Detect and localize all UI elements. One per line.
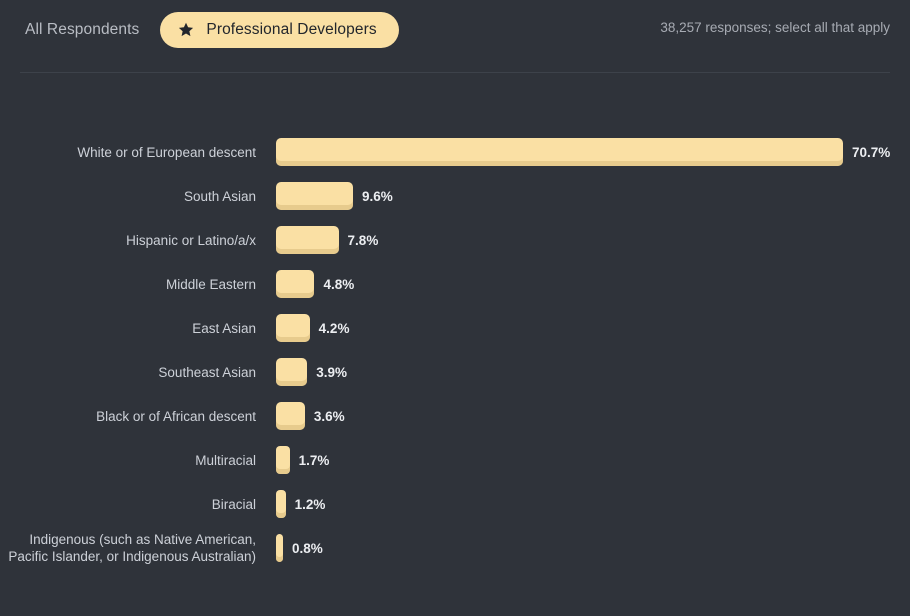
chart-bar-zone: 70.7% — [256, 134, 910, 170]
chart-bar-zone: 1.2% — [256, 486, 910, 522]
chart-bar-value: 4.8% — [323, 276, 355, 292]
tab-professional-developers[interactable]: Professional Developers — [160, 12, 399, 48]
chart-bar-zone: 4.8% — [256, 266, 910, 302]
header: All Respondents Professional Developers … — [0, 0, 910, 72]
chart-row[interactable]: Multiracial 1.7% — [0, 442, 910, 478]
chart-row[interactable]: Southeast Asian 3.9% — [0, 354, 910, 390]
responses-note: 38,257 responses; select all that apply — [660, 20, 890, 35]
survey-chart-page: All Respondents Professional Developers … — [0, 0, 910, 616]
chart-row-label: Southeast Asian — [158, 364, 256, 380]
chart-bar[interactable] — [276, 402, 305, 430]
chart-bar[interactable] — [276, 314, 310, 342]
chart-row[interactable]: Black or of African descent 3.6% — [0, 398, 910, 434]
chart-row-label: East Asian — [192, 320, 256, 336]
chart-row-label: Black or of African descent — [96, 408, 256, 424]
chart-row[interactable]: White or of European descent 70.7% — [0, 134, 910, 170]
chart-bar[interactable] — [276, 182, 353, 210]
tab-all-respondents[interactable]: All Respondents — [14, 12, 150, 48]
chart-row[interactable]: Indigenous (such as Native American, Pac… — [0, 518, 910, 578]
chart-row-label: Hispanic or Latino/a/x — [126, 232, 256, 248]
chart-bar-zone: 3.9% — [256, 354, 910, 390]
chart-bar-zone: 0.8% — [256, 518, 910, 578]
chart-bar-value: 4.2% — [318, 320, 350, 336]
chart-bar[interactable] — [276, 138, 843, 166]
chart-row-label: Multiracial — [195, 452, 256, 468]
chart-row-label: South Asian — [183, 188, 256, 204]
star-icon — [178, 22, 194, 38]
chart-row-label: Biracial — [211, 496, 256, 512]
chart-bar[interactable] — [276, 358, 308, 386]
chart-bar[interactable] — [276, 534, 283, 562]
chart-bar-value: 3.6% — [313, 408, 345, 424]
chart-bar-zone: 9.6% — [256, 178, 910, 214]
chart-bar-value: 70.7% — [852, 144, 891, 160]
chart-row-label: Indigenous (such as Native American, Pac… — [8, 532, 256, 564]
chart-bar[interactable] — [276, 226, 339, 254]
chart-bar-value: 1.7% — [298, 452, 330, 468]
chart-row[interactable]: South Asian 9.6% — [0, 178, 910, 214]
chart-row[interactable]: Middle Eastern 4.8% — [0, 266, 910, 302]
chart-row[interactable]: Hispanic or Latino/a/x 7.8% — [0, 222, 910, 258]
chart-bar[interactable] — [276, 490, 286, 518]
chart-row[interactable]: East Asian 4.2% — [0, 310, 910, 346]
chart-bar-value: 0.8% — [292, 540, 323, 556]
chart-bar-zone: 7.8% — [256, 222, 910, 258]
chart-bar-value: 1.2% — [294, 496, 326, 512]
header-divider — [20, 72, 890, 73]
chart-row-label: White or of European descent — [77, 144, 256, 160]
chart-row-label: Middle Eastern — [165, 276, 256, 292]
chart-row[interactable]: Biracial 1.2% — [0, 486, 910, 522]
tab-professional-developers-label: Professional Developers — [206, 21, 377, 38]
respondent-filter-tabs: All Respondents Professional Developers — [14, 12, 399, 48]
chart-bar-value: 7.8% — [347, 232, 379, 248]
chart-bar-value: 3.9% — [316, 364, 348, 380]
chart-bar[interactable] — [276, 446, 290, 474]
chart-bar-zone: 3.6% — [256, 398, 910, 434]
chart-bar-zone: 4.2% — [256, 310, 910, 346]
chart-bar[interactable] — [276, 270, 315, 298]
chart-bar-value: 9.6% — [361, 188, 393, 204]
chart-bar-zone: 1.7% — [256, 442, 910, 478]
